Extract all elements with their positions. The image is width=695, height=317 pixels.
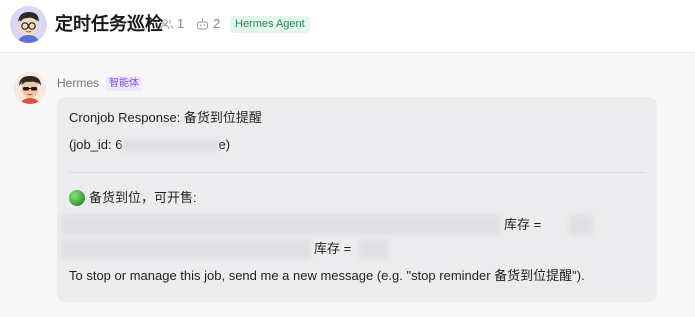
sender-avatar[interactable] [14,72,46,104]
message-list: Hermes 智能体 Cronjob Response: 备货到位提醒 (job… [0,53,695,317]
redacted-item-1 [61,215,501,235]
robot-icon [196,18,209,30]
sender-name[interactable]: Hermes [57,75,99,91]
agent-badge: 智能体 [106,76,142,91]
group-avatar[interactable] [10,6,47,43]
section-heading: 备货到位，可开售: [89,190,197,205]
message-title: Cronjob Response: 备货到位提醒 [69,110,262,125]
redacted-item-2-value [359,239,389,259]
member-count[interactable]: 1 [160,16,184,32]
job-id-prefix: (job_id: 6 [69,137,123,152]
stop-instructions: To stop or manage this job, send me a ne… [69,268,585,283]
chat-header: 定时任务巡检 1 2 Hermes Agent [0,0,695,52]
agent-tag: Hermes Agent [230,16,310,33]
redacted-item-1-value [569,215,593,235]
bot-count[interactable]: 2 [196,16,220,32]
job-id-line: (job_id: 6 e) [69,136,230,154]
bot-count-value: 2 [213,16,221,31]
redacted-job-id [122,139,219,153]
chat-title: 定时任务巡检 [55,14,163,34]
item-2-stock-label: 库存 = [314,241,352,256]
member-count-value: 1 [177,16,185,31]
item-1-stock-label: 库存 = [504,217,542,232]
job-id-suffix: e) [218,137,231,152]
section-heading-line: 备货到位，可开售: [69,189,197,207]
people-icon [160,18,173,30]
green-circle-icon [69,190,85,206]
message-separator [69,172,645,173]
redacted-item-2 [61,239,311,259]
message-bubble: Cronjob Response: 备货到位提醒 (job_id: 6 e) 备货… [57,97,657,302]
